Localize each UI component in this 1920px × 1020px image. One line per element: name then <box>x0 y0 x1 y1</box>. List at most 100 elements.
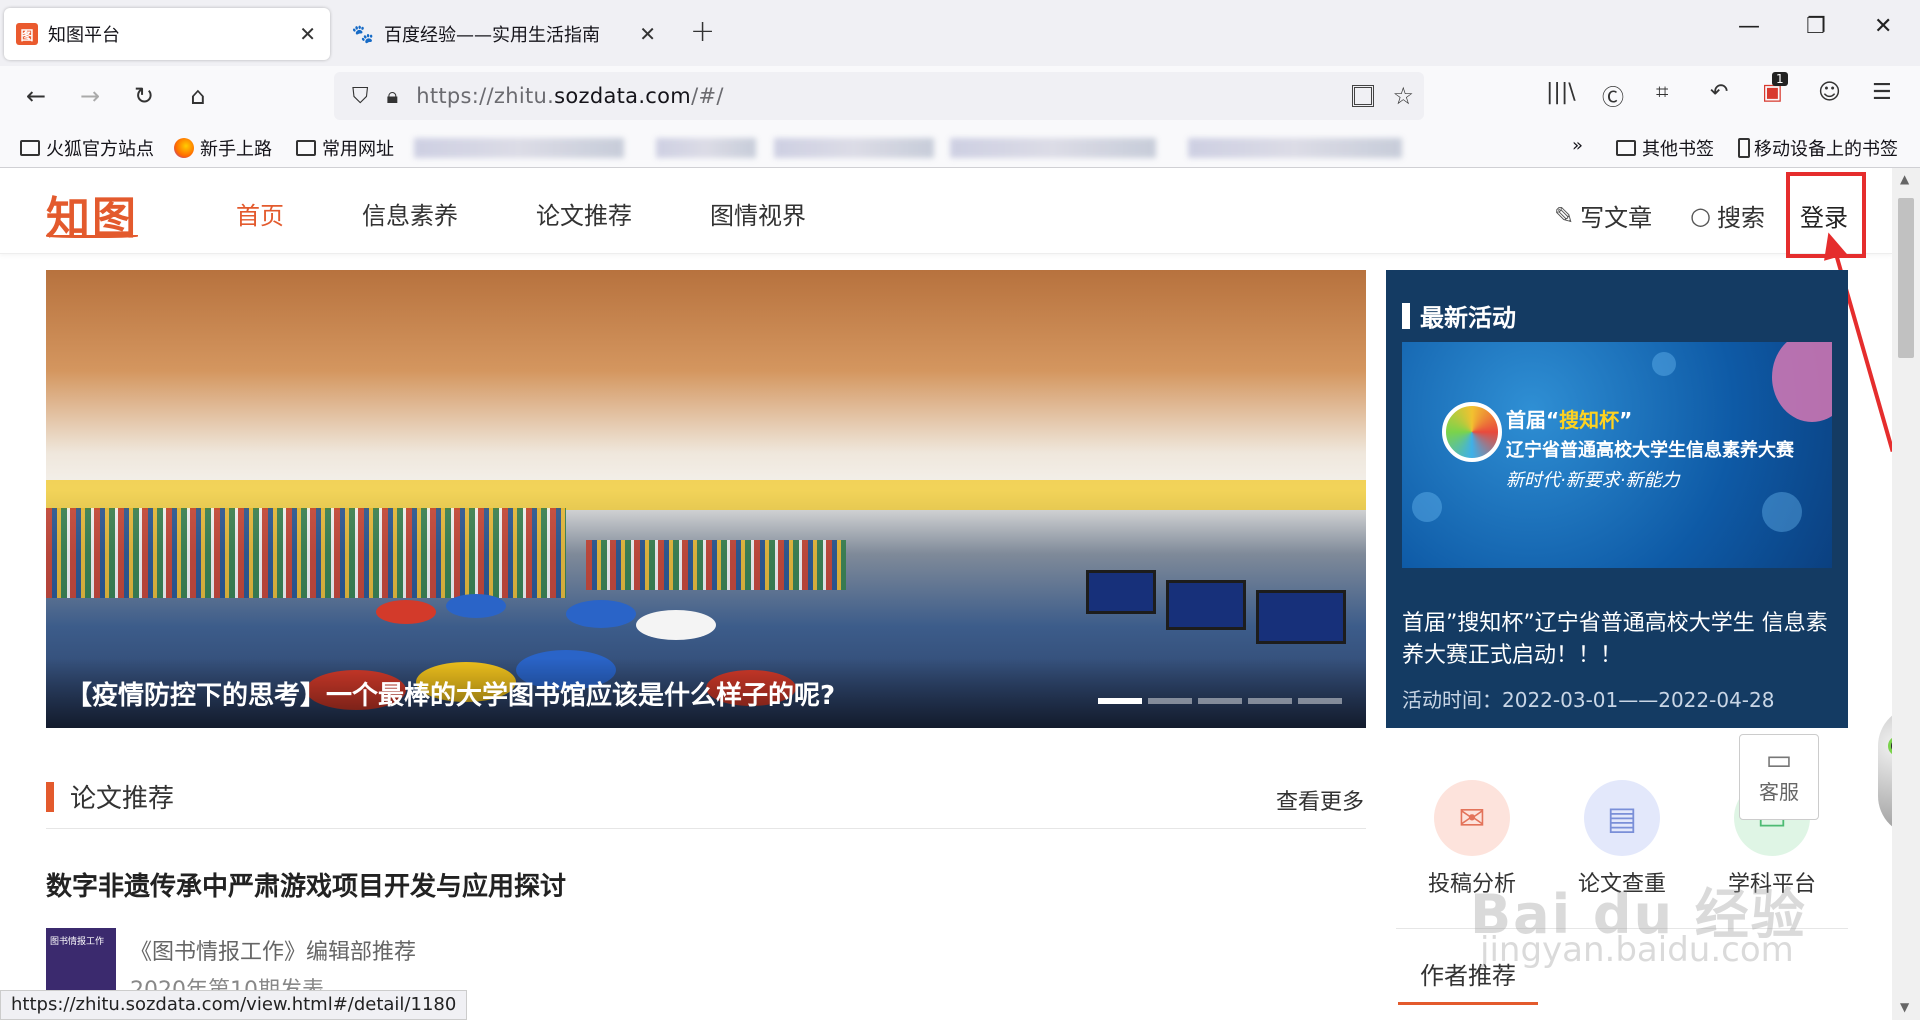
minimize-button[interactable]: — <box>1738 14 1760 39</box>
close-icon[interactable]: ✕ <box>639 22 656 46</box>
activity-poster[interactable]: 首届“搜知杯” 辽宁省普通高校大学生信息素养大赛 新时代·新要求·新能力 <box>1402 342 1832 568</box>
poster-line-2: 辽宁省普通高校大学生信息素养大赛 <box>1506 440 1794 461</box>
banner-monitor <box>1166 580 1246 630</box>
banner-stool <box>446 594 506 618</box>
banner-bookshelf <box>46 508 566 598</box>
back-button[interactable]: ← <box>18 78 54 114</box>
tab-baidu[interactable]: 🐾 百度经验——实用生活指南 ✕ <box>340 8 670 60</box>
banner-monitor <box>1086 570 1156 614</box>
page-scrollbar[interactable]: ▲ ▼ <box>1892 168 1920 1020</box>
bookmark-item[interactable]: 移动设备上的书签 <box>1738 135 1898 161</box>
nav-paper-recommend[interactable]: 论文推荐 <box>536 196 632 231</box>
home-button[interactable]: ⌂ <box>180 78 216 114</box>
carousel-dot[interactable] <box>1248 698 1292 704</box>
chat-icon: ▭ <box>1765 743 1793 776</box>
firefox-icon <box>174 138 194 158</box>
carousel-dots <box>1092 698 1342 704</box>
new-tab-button[interactable]: + <box>690 14 715 49</box>
view-more-link[interactable]: 查看更多 <box>1276 784 1364 816</box>
document-icon: ▤ <box>1584 780 1660 856</box>
poster-line-3: 新时代·新要求·新能力 <box>1506 470 1680 491</box>
nav-home[interactable]: 首页 <box>236 196 284 231</box>
banner-monitor <box>1256 590 1346 644</box>
banner-carousel[interactable]: 【疫情防控下的思考】一个最棒的大学图书馆应该是什么样子的呢? <box>46 270 1366 728</box>
reload-button[interactable]: ↻ <box>126 78 162 114</box>
bookmark-item[interactable]: 其他书签 <box>1616 135 1714 161</box>
bookmark-item[interactable]: 常用网址 <box>296 135 394 161</box>
divider <box>46 828 1366 829</box>
extension-badge: 1 <box>1772 72 1788 86</box>
site-header: 知图 首页 信息素养 论文推荐 图情视界 ✎ 写文章 ○ 搜索 <box>0 168 1892 254</box>
scroll-thumb[interactable] <box>1898 198 1914 358</box>
mail-icon: ✉ <box>1434 780 1510 856</box>
carousel-dot[interactable] <box>1098 698 1142 704</box>
blurred-bookmark[interactable] <box>774 138 934 158</box>
latest-activity-panel: 最新活动 首届“搜知杯” 辽宁省普通高校大学生信息素养大赛 新时代·新要求·新能… <box>1386 270 1848 728</box>
status-url: https://zhitu.sozdata.com/view.html#/det… <box>0 990 468 1020</box>
url-bar[interactable]: ⛉ 🔒︎ https://zhitu.sozdata.com/#/ ☆ <box>334 72 1424 120</box>
blurred-bookmark[interactable] <box>656 138 756 158</box>
nav-info-literacy[interactable]: 信息素养 <box>362 196 458 231</box>
activity-heading: 最新活动 <box>1402 298 1516 333</box>
crop-icon[interactable]: ⌗ <box>1656 80 1668 105</box>
star-icon[interactable]: ☆ <box>1392 82 1414 110</box>
search-icon: ○ <box>1690 201 1711 230</box>
zhitu-icon: 图 <box>16 23 38 45</box>
activity-title[interactable]: 首届”搜知杯”辽宁省普通高校大学生 信息素养大赛正式启动！！！ <box>1402 608 1842 672</box>
forward-button[interactable]: → <box>72 78 108 114</box>
close-window-button[interactable]: ✕ <box>1874 14 1892 39</box>
edit-icon: ✎ <box>1554 201 1575 230</box>
banner-stool <box>566 600 636 628</box>
restore-button[interactable]: ❐ <box>1806 14 1826 39</box>
shield-icon[interactable]: ⛉ <box>352 84 369 109</box>
nav-library-vision[interactable]: 图情视界 <box>710 196 806 231</box>
browser-tab-bar: 图 知图平台 ✕ 🐾 百度经验——实用生活指南 ✕ + — ❐ ✕ <box>0 0 1920 66</box>
banner-stool <box>376 600 436 624</box>
carousel-dot[interactable] <box>1148 698 1192 704</box>
qr-code-icon[interactable] <box>1352 85 1374 107</box>
profile-icon[interactable]: ☺ <box>1818 80 1841 105</box>
chevron-right-icon[interactable]: » <box>1572 135 1583 156</box>
bookmarks-bar: 火狐官方站点 新手上路 常用网址 » 其他书签 移动设备上的书签 <box>0 126 1920 168</box>
blurred-bookmark[interactable] <box>950 138 1156 158</box>
mobile-icon <box>1738 138 1750 158</box>
blurred-bookmark[interactable] <box>1188 138 1402 158</box>
close-icon[interactable]: ✕ <box>299 22 316 46</box>
contest-logo <box>1442 402 1502 462</box>
folder-icon <box>296 140 316 156</box>
bookmark-item[interactable]: 火狐官方站点 <box>20 135 154 161</box>
undo-icon[interactable]: ↶ <box>1710 80 1728 105</box>
extension-c-icon[interactable]: Ⓒ <box>1602 80 1624 112</box>
paper-title[interactable]: 数字非遗传承中严肃游戏项目开发与应用探讨 <box>46 866 566 903</box>
menu-icon[interactable]: ☰ <box>1872 80 1892 105</box>
banner-stool <box>636 610 716 640</box>
banner-bookshelf <box>586 540 846 590</box>
folder-icon <box>1616 140 1636 156</box>
baidu-watermark-url: jingyan.baidu.com <box>1480 930 1794 970</box>
bookmark-item[interactable]: 新手上路 <box>174 135 272 161</box>
browser-nav-bar: ← → ↻ ⌂ ⛉ 🔒︎ https://zhitu.sozdata.com/#… <box>0 66 1920 126</box>
lock-icon[interactable]: 🔒︎ <box>387 84 399 109</box>
papers-heading: 论文推荐 <box>46 778 174 815</box>
url-text[interactable]: https://zhitu.sozdata.com/#/ <box>416 84 723 108</box>
tab-zhitu[interactable]: 图 知图平台 ✕ <box>4 8 330 60</box>
paper-source: 《图书情报工作》编辑部推荐 <box>130 940 417 965</box>
activity-date: 活动时间：2022-03-01——2022-04-28 <box>1402 688 1775 712</box>
carousel-dot[interactable] <box>1298 698 1342 704</box>
baidu-icon: 🐾 <box>351 23 375 45</box>
blurred-bookmark[interactable] <box>414 138 624 158</box>
write-article-button[interactable]: ✎ 写文章 <box>1554 198 1652 233</box>
library-icon[interactable]: |||\ <box>1546 80 1576 105</box>
carousel-dot[interactable] <box>1198 698 1242 704</box>
author-tab-underline <box>1398 1002 1538 1005</box>
search-button[interactable]: ○ 搜索 <box>1690 198 1765 233</box>
customer-service-button[interactable]: ▭ 客服 <box>1739 734 1819 820</box>
scroll-down-icon[interactable]: ▼ <box>1900 1000 1909 1014</box>
poster-line-1: 首届“搜知杯” <box>1506 408 1633 432</box>
login-button[interactable]: 登录 <box>1800 198 1848 233</box>
scroll-up-icon[interactable]: ▲ <box>1900 172 1909 186</box>
folder-icon <box>20 140 40 156</box>
logo-underline <box>46 234 138 238</box>
banner-title[interactable]: 【疫情防控下的思考】一个最棒的大学图书馆应该是什么样子的呢? <box>66 675 835 712</box>
banner-wall-band <box>46 480 1366 510</box>
